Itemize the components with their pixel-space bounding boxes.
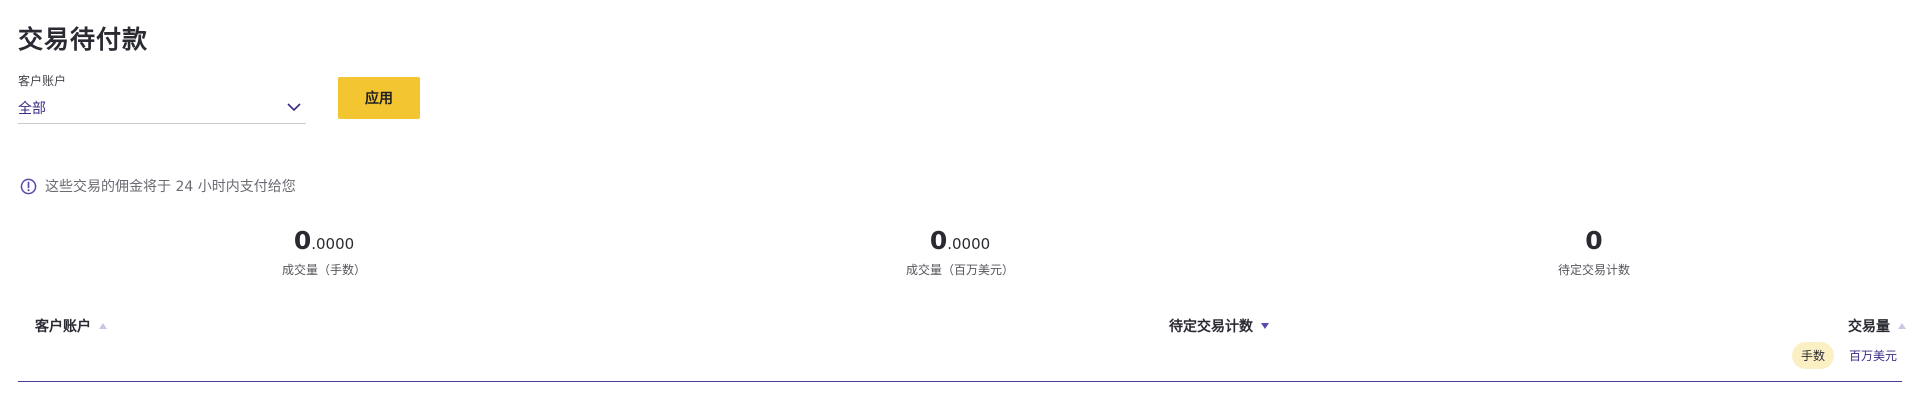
column-header-label: 待定交易计数 (1169, 319, 1253, 335)
stat-value-integer: 0 (929, 226, 948, 255)
stat-value-integer: 0 (1585, 226, 1603, 255)
client-account-filter: 客户账户 全部 (18, 72, 306, 124)
stat-pending-trade-count: 0 待定交易计数 (1474, 226, 1714, 278)
info-circle-icon (20, 178, 37, 194)
stat-label: 待定交易计数 (1557, 263, 1630, 277)
stat-label: 成交量（百万美元） (905, 263, 1014, 277)
stat-volume-lots: 0.0000 成交量（手数） (204, 226, 444, 278)
sort-asc-icon (99, 323, 107, 329)
column-header-client-account[interactable]: 客户账户 (35, 316, 107, 336)
column-header-pending-trade-count[interactable]: 待定交易计数 (1169, 316, 1269, 336)
sort-asc-icon (1898, 323, 1906, 329)
stat-volume-million-usd: 0.0000 成交量（百万美元） (840, 226, 1080, 278)
stat-value-integer: 0 (293, 226, 312, 255)
stat-label: 成交量（手数） (281, 263, 366, 277)
volume-unit-toggle: 手数 百万美元 (1786, 342, 1906, 369)
column-header-label: 客户账户 (35, 319, 91, 335)
info-notice: 这些交易的佣金将于 24 小时内支付给您 (20, 176, 296, 196)
info-text: 这些交易的佣金将于 24 小时内支付给您 (45, 179, 296, 195)
client-account-selected-value: 全部 (18, 101, 46, 117)
stat-value-decimal: .0000 (947, 235, 991, 253)
unit-lots-button[interactable]: 手数 (1791, 342, 1834, 369)
page-title: 交易待付款 (18, 25, 149, 54)
column-header-trade-volume[interactable]: 交易量 (1848, 316, 1906, 336)
sort-desc-icon (1261, 323, 1269, 329)
client-account-label: 客户账户 (18, 74, 67, 88)
stat-value: 0.0000 (840, 226, 1080, 259)
table-header-divider (18, 381, 1902, 382)
stat-value: 0.0000 (204, 226, 444, 259)
chevron-down-icon (287, 103, 301, 112)
trade-pending-payment-page: 交易待付款 客户账户 全部 应用 这些交易的佣金将于 24 小时内支付给您 0.… (0, 0, 1920, 416)
client-account-select[interactable]: 全部 (18, 97, 306, 124)
apply-button[interactable]: 应用 (338, 77, 420, 119)
stat-value: 0 (1474, 226, 1714, 259)
stat-value-decimal: .0000 (311, 235, 355, 253)
unit-million-usd-button[interactable]: 百万美元 (1840, 342, 1906, 369)
column-header-label: 交易量 (1848, 319, 1890, 335)
